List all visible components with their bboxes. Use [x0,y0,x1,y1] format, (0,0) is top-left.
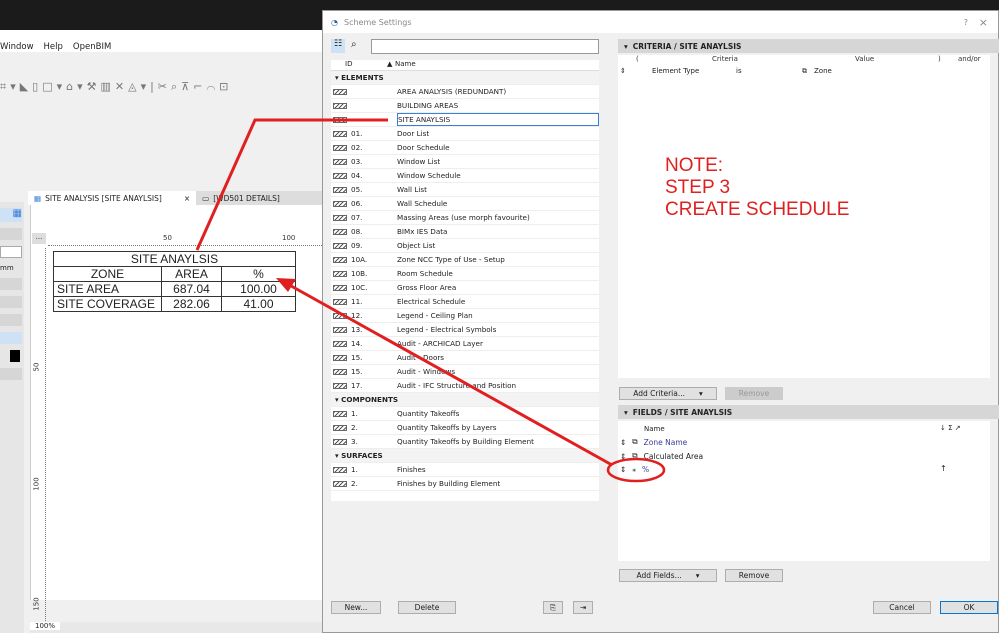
arrowhead [276,278,296,292]
annotation-circle [606,457,666,483]
annotation-overlay [195,118,666,483]
annotation-line [195,118,388,251]
annotation-arrow [283,280,613,467]
